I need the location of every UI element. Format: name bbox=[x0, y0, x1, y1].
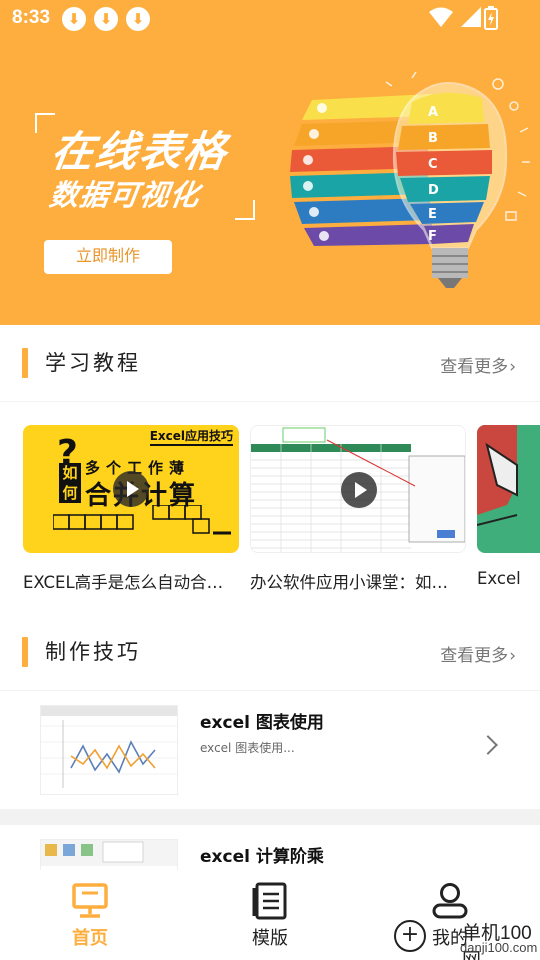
cartoon-graphic bbox=[477, 425, 518, 526]
bulb-letter: B bbox=[428, 131, 438, 146]
tutorial-caption: Excel bbox=[477, 569, 521, 588]
download-icon: ⬇ bbox=[94, 7, 118, 31]
techniques-title: 制作技巧 bbox=[45, 640, 141, 664]
download-icon: ⬇ bbox=[62, 7, 86, 31]
hero-banner: 8:33 ⬇ ⬇ ⬇ 在线表格 数据可视化 立即制作 A B C D E F bbox=[0, 0, 540, 325]
tutorial-card[interactable]: Excel应用技巧 ? 如何 多个工作薄 合并计算 EXCEL高手是怎么自动合… bbox=[23, 425, 239, 593]
line-chart-graphic bbox=[41, 706, 177, 788]
grid-graphic bbox=[53, 505, 231, 535]
play-icon[interactable] bbox=[113, 471, 149, 507]
tutorial-thumbnail: Excel应用技巧 ? 如何 多个工作薄 合并计算 bbox=[23, 425, 239, 553]
banner-title: 在线表格 bbox=[48, 127, 232, 176]
banner-subtitle: 数据可视化 bbox=[47, 178, 203, 212]
tutorials-header: 学习教程 查看更多› bbox=[0, 325, 540, 401]
bulb-letter: F bbox=[428, 229, 437, 244]
nav-templates-label: 模版 bbox=[252, 928, 288, 949]
technique-thumbnail bbox=[40, 705, 178, 795]
technique-title: excel 图表使用 bbox=[200, 713, 324, 733]
create-now-button[interactable]: 立即制作 bbox=[44, 240, 172, 274]
more-label: 查看更多 bbox=[440, 357, 509, 377]
lightbulb-illustration: A B C D E F bbox=[290, 72, 530, 288]
watermark: + 单机100网 danji100.com bbox=[392, 918, 540, 960]
thumb-ru-he: 如何 bbox=[59, 463, 81, 503]
section-accent-bar bbox=[22, 637, 28, 667]
signal-icon bbox=[461, 7, 481, 27]
section-accent-bar bbox=[22, 348, 28, 378]
frame-corner bbox=[35, 113, 55, 133]
tutorials-title: 学习教程 bbox=[45, 351, 141, 375]
bulb-letter: C bbox=[428, 157, 438, 172]
tutorials-more-link[interactable]: 查看更多› bbox=[440, 352, 516, 377]
document-icon bbox=[252, 882, 287, 920]
user-icon bbox=[432, 883, 468, 919]
techniques-more-link[interactable]: 查看更多› bbox=[440, 641, 516, 666]
tutorial-caption: EXCEL高手是怎么自动合… bbox=[23, 573, 224, 592]
tutorial-thumbnail bbox=[477, 425, 540, 553]
chevron-right-icon: › bbox=[509, 357, 516, 377]
download-icon: ⬇ bbox=[126, 7, 150, 31]
tutorial-thumbnail bbox=[250, 425, 466, 553]
bulb-letter: A bbox=[428, 105, 438, 120]
chevron-right-icon[interactable] bbox=[478, 735, 498, 755]
nav-templates[interactable]: 模版 bbox=[220, 882, 320, 950]
nav-home-label: 首页 bbox=[72, 928, 108, 949]
bulb-letter: D bbox=[428, 183, 439, 198]
thumb-tag: Excel应用技巧 bbox=[149, 427, 233, 446]
plus-circle-icon: + bbox=[394, 920, 426, 952]
technique-item[interactable]: excel 图表使用 excel 图表使用... bbox=[0, 691, 540, 809]
tutorial-card[interactable]: 办公软件应用小课堂：如… bbox=[250, 425, 466, 593]
bulb-letter: E bbox=[428, 207, 437, 222]
nav-home[interactable]: 首页 bbox=[40, 882, 140, 950]
technique-title: excel 计算阶乘 bbox=[200, 847, 324, 867]
tutorials-carousel[interactable]: Excel应用技巧 ? 如何 多个工作薄 合并计算 EXCEL高手是怎么自动合… bbox=[0, 402, 540, 614]
watermark-line2: danji100.com bbox=[460, 940, 538, 955]
play-icon[interactable] bbox=[341, 472, 377, 508]
techniques-header: 制作技巧 查看更多› bbox=[0, 614, 540, 690]
chevron-right-icon: › bbox=[509, 646, 516, 666]
status-bar: 8:33 ⬇ ⬇ ⬇ bbox=[0, 0, 540, 36]
wifi-icon bbox=[429, 7, 453, 27]
technique-desc: excel 图表使用... bbox=[200, 741, 295, 755]
status-time: 8:33 bbox=[12, 7, 51, 28]
monitor-icon bbox=[72, 883, 108, 918]
more-label: 查看更多 bbox=[440, 646, 509, 666]
tutorial-card[interactable]: Excel bbox=[477, 425, 540, 588]
battery-icon bbox=[484, 6, 498, 30]
frame-corner bbox=[235, 200, 255, 220]
tutorial-caption: 办公软件应用小课堂：如… bbox=[250, 573, 448, 592]
